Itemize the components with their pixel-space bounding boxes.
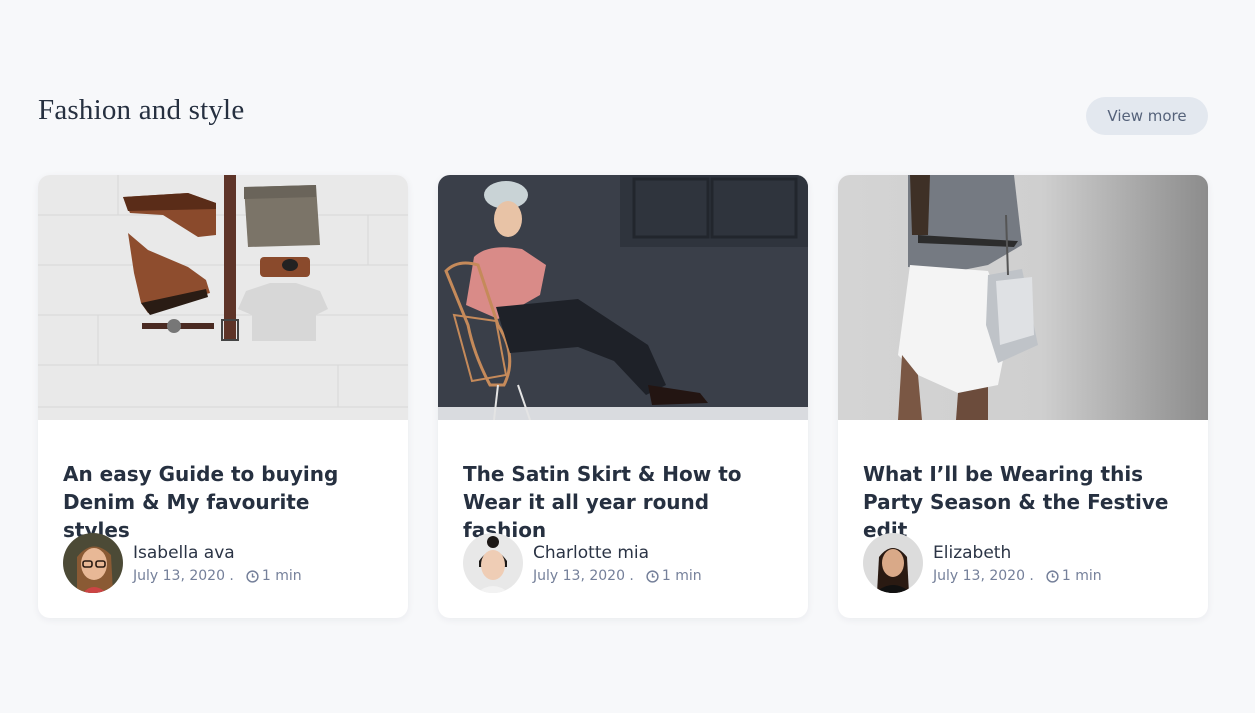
read-time: 1 min (661, 568, 702, 584)
section-title: Fashion and style (38, 94, 245, 126)
view-more-button[interactable]: View more (1086, 97, 1208, 135)
post-title[interactable]: What I’ll be Wearing this Party Season &… (863, 460, 1183, 542)
post-card[interactable]: An easy Guide to buying Denim & My favou… (38, 175, 408, 618)
post-meta: Elizabeth July 13, 2020 . 1 min (863, 533, 1183, 593)
post-meta: Charlotte mia July 13, 2020 . 1 min (463, 533, 783, 593)
post-thumbnail[interactable] (438, 175, 808, 420)
flat-lay-boots-belt-clothes-photo (38, 175, 408, 420)
author-avatar-image (63, 533, 123, 593)
post-thumbnail[interactable] (838, 175, 1208, 420)
post-card[interactable]: The Satin Skirt & How to Wear it all yea… (438, 175, 808, 618)
post-card[interactable]: What I’ll be Wearing this Party Season &… (838, 175, 1208, 618)
post-date: July 13, 2020 . (933, 568, 1034, 584)
clock-icon (246, 569, 259, 583)
author-name[interactable]: Elizabeth (933, 542, 1102, 564)
clock-icon (1046, 569, 1059, 583)
woman-on-chair-photo (438, 175, 808, 420)
post-thumbnail[interactable] (38, 175, 408, 420)
post-date: July 13, 2020 . (133, 568, 234, 584)
clock-icon (646, 569, 659, 583)
author-name[interactable]: Charlotte mia (533, 542, 702, 564)
post-title[interactable]: An easy Guide to buying Denim & My favou… (63, 460, 383, 542)
woman-with-handbag-photo (838, 175, 1208, 420)
post-card-list: An easy Guide to buying Denim & My favou… (38, 175, 1208, 618)
post-date: July 13, 2020 . (533, 568, 634, 584)
author-name[interactable]: Isabella ava (133, 542, 302, 564)
avatar (463, 533, 523, 593)
read-time: 1 min (1061, 568, 1102, 584)
author-avatar-image (463, 533, 523, 593)
author-avatar-image (863, 533, 923, 593)
avatar (63, 533, 123, 593)
read-time: 1 min (261, 568, 302, 584)
avatar (863, 533, 923, 593)
post-title[interactable]: The Satin Skirt & How to Wear it all yea… (463, 460, 783, 542)
post-meta: Isabella ava July 13, 2020 . 1 min (63, 533, 383, 593)
